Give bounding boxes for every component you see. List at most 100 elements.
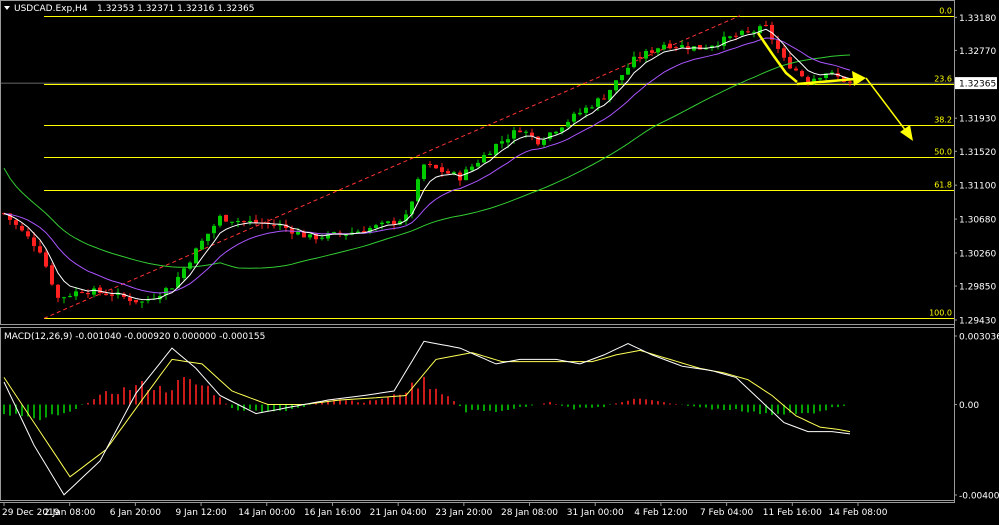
candle-body [590, 107, 594, 109]
price-tick-label: 1.29850 [959, 283, 996, 293]
time-tick-label: 7 Feb 04:00 [700, 508, 754, 518]
candle-body [782, 48, 786, 58]
macd-tick-label: -0.004007 [959, 492, 999, 502]
candle-body [680, 45, 684, 48]
candle-body [644, 50, 648, 59]
time-tick-label: 31 Jan 00:00 [567, 508, 624, 518]
price-tick-label: 1.33180 [959, 14, 996, 24]
candle-body [620, 75, 624, 81]
price-chart[interactable]: 0.0 23.6 38.2 50.0 61.8 100.0 1.33180 1.32770 1… [0, 0, 999, 521]
candle-body [434, 164, 438, 169]
candle-body [746, 31, 750, 33]
candle-body [332, 232, 336, 234]
candle-body [530, 132, 534, 137]
candle-body [386, 221, 390, 223]
candle-body [140, 301, 144, 303]
candle-body [794, 68, 798, 71]
chart-window[interactable]: 0.0 23.6 38.2 50.0 61.8 100.0 1.33180 1.32770 1… [0, 0, 999, 521]
candle-body [392, 220, 396, 225]
candle-body [602, 98, 606, 100]
candle-body [212, 225, 216, 234]
candle-body [80, 292, 84, 294]
candle-body [470, 166, 474, 171]
candle-body [626, 67, 630, 75]
candle-body [188, 262, 192, 269]
time-tick-label: 14 Feb 08:00 [828, 508, 887, 518]
fib-label-50.0: 50.0 [934, 148, 952, 157]
candle-body [500, 141, 504, 144]
price-tick-label: 1.31100 [959, 182, 996, 192]
candle-body [440, 167, 444, 172]
candle-body [662, 44, 666, 50]
candle-body [38, 246, 42, 253]
candle-body [104, 293, 108, 296]
candle-body [800, 71, 804, 77]
candle-body [218, 215, 222, 226]
candle-body [734, 35, 738, 37]
macd-label: MACD(12,26,9) -0.001040 -0.000920 0.0000… [4, 332, 265, 342]
candle-body [110, 294, 114, 296]
candle-body [374, 225, 378, 228]
time-tick-label: 14 Jan 00:00 [238, 508, 295, 518]
candle-body [50, 265, 54, 285]
candle-body [488, 153, 492, 156]
price-tick-label: 1.31930 [959, 115, 996, 125]
price-tick-label: 1.30260 [959, 249, 996, 259]
time-tick-label: 23 Jan 20:00 [435, 508, 492, 518]
candle-body [776, 40, 780, 49]
candle-body [446, 171, 450, 174]
candle-body [740, 30, 744, 35]
candle-body [584, 107, 588, 113]
candle-body [698, 44, 702, 50]
fib-label-23.6: 23.6 [934, 75, 952, 84]
candle-body [248, 221, 252, 223]
candle-body [230, 221, 234, 223]
candle-body [542, 139, 546, 145]
candle-body [656, 48, 660, 53]
candle-body [26, 231, 30, 237]
candle-body [506, 139, 510, 143]
candle-body [566, 121, 570, 127]
candle-body [494, 143, 498, 155]
candle-body [428, 164, 432, 166]
candle-body [56, 284, 60, 298]
time-tick-label: 6 Jan 20:00 [110, 508, 162, 518]
candle-body [764, 24, 768, 26]
candle-body [194, 248, 198, 264]
candle-body [98, 287, 102, 293]
candle-body [200, 240, 204, 250]
candle-body [242, 221, 246, 223]
time-tick-label: 9 Jan 12:00 [175, 508, 227, 518]
price-tick-label: 1.32770 [959, 47, 996, 57]
candle-body [518, 130, 522, 133]
ohlc-values: 1.32353 1.32371 1.32316 1.32365 [97, 4, 254, 14]
candle-body [674, 47, 678, 49]
fib-label-38.2: 38.2 [934, 116, 952, 125]
candle-body [206, 233, 210, 241]
candle-body [320, 237, 324, 239]
price-tick-label: 1.31520 [959, 148, 996, 158]
candle-body [14, 220, 18, 225]
symbol-title: USDCAD.Exp,H4 [14, 4, 88, 14]
candle-body [308, 234, 312, 238]
time-tick-label: 4 Feb 12:00 [634, 508, 688, 518]
candle-body [476, 162, 480, 167]
macd-tick-label: 0.003036 [959, 333, 999, 343]
candle-body [554, 131, 558, 134]
candle-body [650, 50, 654, 53]
candle-body [578, 112, 582, 115]
fib-label-61.8: 61.8 [934, 181, 952, 190]
time-tick-label: 16 Jan 16:00 [304, 508, 361, 518]
candle-body [638, 56, 642, 59]
candle-body [20, 225, 24, 231]
candle-body [236, 220, 240, 223]
candle-body [224, 214, 228, 222]
candle-body [170, 288, 174, 290]
time-tick-label: 2 Jan 08:00 [44, 508, 96, 518]
candle-body [596, 98, 600, 107]
candle-body [380, 222, 384, 225]
candle-body [44, 252, 48, 267]
fib-label-0.0: 0.0 [939, 7, 952, 16]
current-price-label: 1.32365 [959, 80, 996, 90]
candle-body [512, 130, 516, 139]
